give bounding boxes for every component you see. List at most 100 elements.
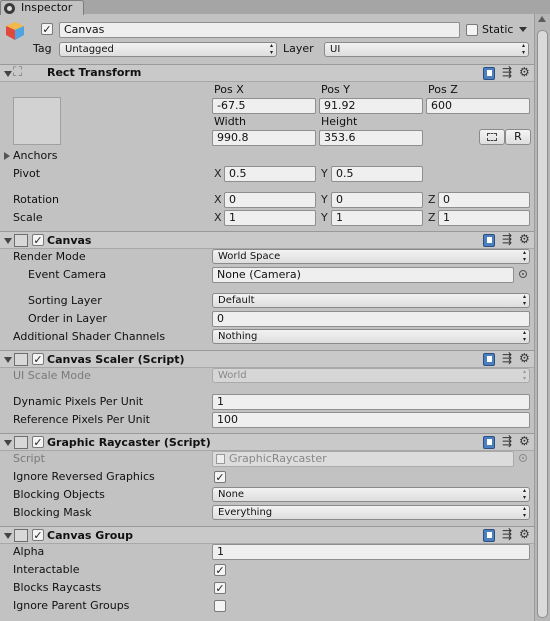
scale-y-input[interactable]: 1 xyxy=(331,210,423,226)
help-icon[interactable] xyxy=(483,67,495,80)
preset-icon[interactable]: ⇶ xyxy=(502,435,512,448)
pivot-x-input[interactable]: 0.5 xyxy=(224,166,316,182)
width-label: Width xyxy=(214,115,246,128)
ui-scale-mode-dropdown: World xyxy=(212,368,530,383)
static-checkbox[interactable] xyxy=(466,24,478,36)
width-input[interactable]: 990.8 xyxy=(212,130,316,146)
static-dropdown-arrow-icon[interactable] xyxy=(519,27,527,32)
pivot-y-input[interactable]: 0.5 xyxy=(331,166,423,182)
reference-ppu-input[interactable]: 100 xyxy=(212,412,530,428)
canvas-enabled-checkbox[interactable]: ✓ xyxy=(32,234,44,246)
canvas-group-title: Canvas Group xyxy=(47,529,134,542)
layer-label: Layer xyxy=(283,42,314,55)
anchors-label[interactable]: Anchors xyxy=(13,149,58,163)
rot-y-label: Y xyxy=(321,193,328,206)
pivot-label: Pivot xyxy=(13,167,41,180)
blocks-raycasts-checkbox[interactable]: ✓ xyxy=(214,582,226,594)
pos-x-label: Pos X xyxy=(214,83,244,96)
canvas-component-icon xyxy=(14,234,28,247)
rot-z-input[interactable]: 0 xyxy=(438,192,530,208)
shader-channels-dropdown[interactable]: Nothing xyxy=(212,329,530,344)
anchors-fold-icon[interactable] xyxy=(4,152,10,160)
render-mode-dropdown[interactable]: World Space xyxy=(212,249,530,264)
rect-transform-header[interactable]: ⛶ Rect Transform ⇶ ⚙ xyxy=(0,64,534,82)
rotation-label: Rotation xyxy=(13,193,60,206)
ignore-reversed-checkbox[interactable]: ✓ xyxy=(214,471,226,483)
rect-transform-icon: ⛶ xyxy=(13,65,23,80)
layer-dropdown[interactable]: UI xyxy=(324,42,529,57)
canvas-scaler-header[interactable]: ✓ Canvas Scaler (Script) ⇶ ⚙ xyxy=(0,350,534,368)
blocking-objects-dropdown[interactable]: None xyxy=(212,487,530,502)
sorting-layer-label: Sorting Layer xyxy=(28,294,102,307)
alpha-input[interactable]: 1 xyxy=(212,544,530,560)
preset-icon[interactable]: ⇶ xyxy=(502,66,512,79)
gear-icon[interactable]: ⚙ xyxy=(519,233,530,246)
fold-arrow-icon[interactable] xyxy=(4,533,12,539)
fold-arrow-icon[interactable] xyxy=(4,238,12,244)
tab-inspector[interactable]: Inspector xyxy=(0,0,84,15)
anchor-preset-box[interactable] xyxy=(13,97,61,145)
canvas-title: Canvas xyxy=(47,234,92,247)
height-label: Height xyxy=(321,115,358,128)
blocking-objects-label: Blocking Objects xyxy=(13,488,105,501)
raw-edit-button[interactable]: R xyxy=(505,129,531,145)
scroll-up-icon[interactable] xyxy=(538,16,546,22)
alpha-label: Alpha xyxy=(13,545,45,558)
fold-arrow-icon[interactable] xyxy=(4,357,12,363)
shader-channels-label: Additional Shader Channels xyxy=(13,330,166,343)
pos-x-input[interactable]: -67.5 xyxy=(212,98,316,114)
fold-arrow-icon[interactable] xyxy=(4,440,12,446)
blocks-raycasts-label: Blocks Raycasts xyxy=(13,581,102,594)
blueprint-mode-button[interactable] xyxy=(479,129,505,145)
ignore-parent-label: Ignore Parent Groups xyxy=(13,599,130,612)
ui-scale-mode-label: UI Scale Mode xyxy=(13,369,91,382)
scale-y-label: Y xyxy=(321,211,328,224)
preset-icon[interactable]: ⇶ xyxy=(502,352,512,365)
rot-x-input[interactable]: 0 xyxy=(224,192,316,208)
scrollbar-thumb[interactable] xyxy=(537,30,548,618)
scale-z-input[interactable]: 1 xyxy=(438,210,530,226)
order-in-layer-input[interactable]: 0 xyxy=(212,311,530,327)
help-icon[interactable] xyxy=(483,353,495,366)
event-camera-field[interactable]: None (Camera) xyxy=(212,267,514,283)
scale-x-input[interactable]: 1 xyxy=(224,210,316,226)
gear-icon[interactable]: ⚙ xyxy=(519,435,530,448)
preset-icon[interactable]: ⇶ xyxy=(502,528,512,541)
graphic-raycaster-header[interactable]: ✓ Graphic Raycaster (Script) ⇶ ⚙ xyxy=(0,433,534,451)
group-enabled-checkbox[interactable]: ✓ xyxy=(32,529,44,541)
canvas-header[interactable]: ✓ Canvas ⇶ ⚙ xyxy=(0,231,534,249)
object-picker-icon xyxy=(519,454,527,462)
help-icon[interactable] xyxy=(483,529,495,542)
scale-z-label: Z xyxy=(428,211,436,224)
canvas-group-header[interactable]: ✓ Canvas Group ⇶ ⚙ xyxy=(0,526,534,544)
blocking-mask-dropdown[interactable]: Everything xyxy=(212,505,530,520)
scale-x-label: X xyxy=(214,211,222,224)
interactable-checkbox[interactable]: ✓ xyxy=(214,564,226,576)
active-checkbox[interactable]: ✓ xyxy=(41,23,53,35)
gear-icon[interactable]: ⚙ xyxy=(519,66,530,79)
height-input[interactable]: 353.6 xyxy=(319,130,423,146)
fold-arrow-icon[interactable] xyxy=(4,71,12,77)
tag-dropdown[interactable]: Untagged xyxy=(59,42,277,57)
dynamic-ppu-input[interactable]: 1 xyxy=(212,394,530,410)
preset-icon[interactable]: ⇶ xyxy=(502,233,512,246)
help-icon[interactable] xyxy=(483,436,495,449)
gear-icon[interactable]: ⚙ xyxy=(519,352,530,365)
sorting-layer-dropdown[interactable]: Default xyxy=(212,293,530,308)
scaler-enabled-checkbox[interactable]: ✓ xyxy=(32,353,44,365)
interactable-label: Interactable xyxy=(13,563,80,576)
raycaster-enabled-checkbox[interactable]: ✓ xyxy=(32,436,44,448)
pos-z-input[interactable]: 600 xyxy=(426,98,530,114)
object-name-input[interactable]: Canvas xyxy=(59,22,460,38)
pos-y-input[interactable]: 91.92 xyxy=(319,98,423,114)
ignore-parent-checkbox[interactable] xyxy=(214,600,226,612)
order-in-layer-label: Order in Layer xyxy=(28,312,107,325)
rot-z-label: Z xyxy=(428,193,436,206)
object-picker-icon[interactable] xyxy=(519,270,527,278)
gear-icon[interactable]: ⚙ xyxy=(519,528,530,541)
help-icon[interactable] xyxy=(483,234,495,247)
rot-y-input[interactable]: 0 xyxy=(331,192,423,208)
event-camera-label: Event Camera xyxy=(28,268,107,281)
scale-label: Scale xyxy=(13,211,43,224)
raycaster-icon xyxy=(14,436,28,449)
